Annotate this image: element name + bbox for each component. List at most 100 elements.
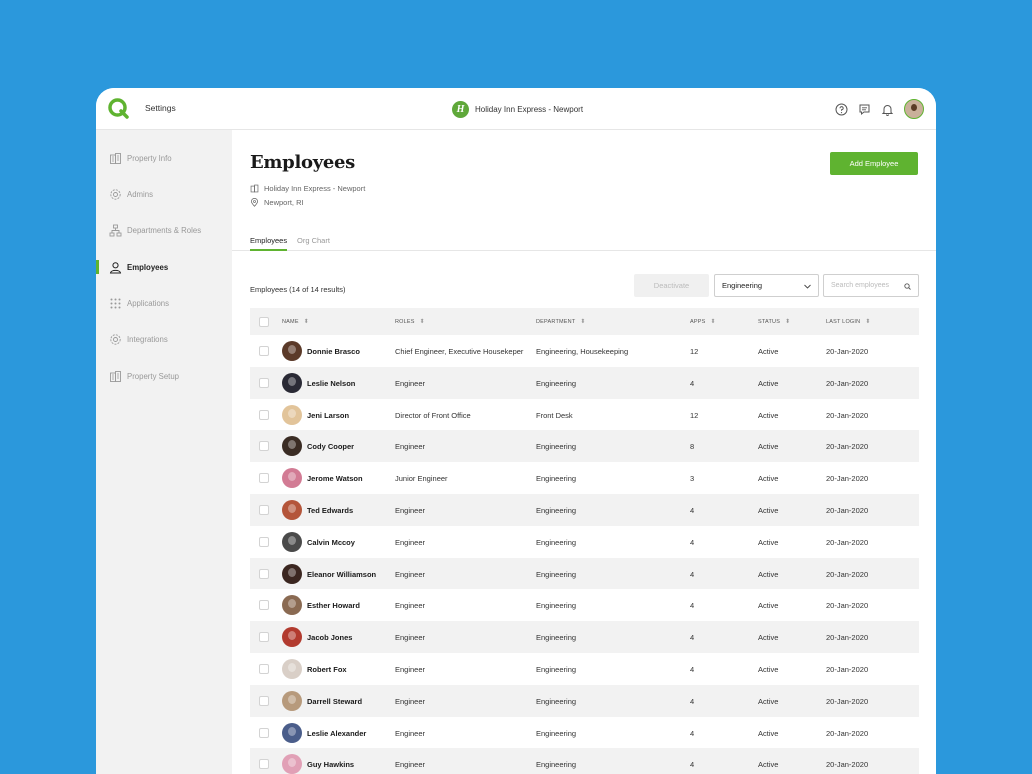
sidebar-item-integrations[interactable]: Integrations	[96, 329, 232, 349]
table-row[interactable]: Leslie Nelson Engineer Engineering 4 Active 2…	[250, 366, 919, 399]
user-avatar[interactable]	[904, 99, 924, 119]
table-row[interactable]: Jeni Larson Director of Front Office Front…	[250, 399, 919, 431]
table-row[interactable]: Ted Edwards Engineer Engineering 4 Active 20-…	[250, 493, 919, 526]
row-checkbox[interactable]	[259, 695, 269, 706]
sidebar-item-label: Departments & Roles	[127, 225, 202, 235]
chat-icon[interactable]	[858, 103, 871, 116]
sidebar-item-employees[interactable]: Employees	[96, 257, 232, 277]
employee-roles: Engineer	[395, 696, 426, 706]
employee-name[interactable]: Robert Fox	[307, 665, 347, 674]
employee-name[interactable]: Donnie Brasco	[307, 347, 360, 356]
sidebar-item-label: Employees	[127, 262, 169, 272]
employee-name[interactable]: Guy Hawkins	[307, 760, 354, 769]
sidebar-item-departments-roles[interactable]: Departments & Roles	[96, 220, 232, 240]
column-header-department[interactable]: DEPARTMENT ⬍	[536, 318, 586, 326]
employee-name[interactable]: Jerome Watson	[307, 474, 363, 483]
column-header-status[interactable]: STATUS ⬍	[758, 318, 790, 326]
topbar-actions	[835, 99, 924, 119]
employee-avatar	[282, 595, 302, 616]
building-icon	[110, 370, 121, 382]
table-row[interactable]: Cody Cooper Engineer Engineering 8 Active 20-…	[250, 430, 919, 463]
employee-name[interactable]: Ted Edwards	[307, 506, 353, 515]
search-input[interactable]: Search employees	[823, 274, 919, 297]
employee-last-login: 20-Jan-2020	[826, 347, 869, 356]
row-checkbox[interactable]	[259, 536, 269, 547]
row-checkbox[interactable]	[259, 759, 269, 770]
column-header-last-login[interactable]: LAST LOGIN ⬍	[826, 318, 871, 326]
employee-name[interactable]: Darrell Steward	[307, 697, 362, 706]
column-header-roles[interactable]: ROLES ⬍	[395, 318, 425, 326]
sidebar-item-property-setup[interactable]: Property Setup	[96, 366, 232, 386]
add-employee-button[interactable]: Add Employee	[830, 152, 918, 175]
table-row[interactable]: Eleanor Williamson Engineer Engineering 4 Ac…	[250, 557, 919, 590]
row-checkbox[interactable]	[259, 504, 269, 515]
table-row[interactable]: Darrell Steward Engineer Engineering 4 Activ…	[250, 684, 919, 717]
employee-apps: 8	[690, 442, 695, 452]
row-checkbox[interactable]	[259, 377, 269, 388]
help-icon[interactable]	[835, 103, 848, 116]
employee-apps: 12	[690, 347, 699, 356]
sort-icon: ⬍	[865, 319, 871, 325]
table-row[interactable]: Guy Hawkins Engineer Engineering 4 Active 20-…	[250, 748, 919, 774]
table-row[interactable]: Robert Fox Engineer Engineering 4 Active 20-J…	[250, 653, 919, 685]
search-icon	[904, 283, 911, 290]
table-row[interactable]: Esther Howard Engineer Engineering 4 Active 2…	[250, 589, 919, 621]
top-bar: Settings H Holiday Inn Express - Newport	[96, 88, 936, 130]
employee-name[interactable]: Leslie Nelson	[307, 379, 355, 388]
table-row[interactable]: Leslie Alexander Engineer Engineering 4 Acti…	[250, 717, 919, 749]
employee-roles: Director of Front Office	[395, 410, 471, 420]
employee-name[interactable]: Esther Howard	[307, 601, 360, 610]
sidebar-item-applications[interactable]: Applications	[96, 293, 232, 313]
property-switcher[interactable]: H Holiday Inn Express - Newport	[452, 100, 583, 118]
column-header-name[interactable]: NAME ⬍	[282, 318, 309, 326]
row-checkbox[interactable]	[259, 600, 269, 611]
row-checkbox[interactable]	[259, 409, 269, 420]
employee-name[interactable]: Jacob Jones	[307, 633, 352, 642]
app-logo[interactable]	[107, 97, 129, 119]
table-row[interactable]: Donnie Brasco Chief Engineer, Executive H…	[250, 335, 919, 367]
department-filter[interactable]: Engineering	[714, 274, 819, 297]
row-checkbox[interactable]	[259, 346, 269, 356]
table-row[interactable]: Calvin Mccoy Engineer Engineering 4 Active 20…	[250, 526, 919, 558]
row-checkbox[interactable]	[259, 663, 269, 674]
table-row[interactable]: Jerome Watson Junior Engineer Engineering 3…	[250, 462, 919, 494]
employee-department: Engineering	[536, 664, 577, 674]
employee-department: Engineering	[536, 696, 577, 706]
select-all-checkbox[interactable]	[259, 317, 269, 327]
employee-avatar	[282, 468, 302, 489]
sort-icon: ⬍	[710, 319, 716, 325]
row-checkbox[interactable]	[259, 727, 269, 738]
table-row[interactable]: Jacob Jones Engineer Engineering 4 Active 20-…	[250, 621, 919, 653]
row-checkbox[interactable]	[259, 632, 269, 643]
row-checkbox[interactable]	[259, 568, 269, 579]
deactivate-button[interactable]: Deactivate	[634, 274, 709, 297]
employee-department: Engineering	[536, 633, 577, 643]
column-header-apps[interactable]: APPS ⬍	[690, 318, 716, 326]
employee-name[interactable]: Calvin Mccoy	[307, 538, 355, 547]
search-placeholder: Search employees	[831, 282, 889, 289]
employee-roles: Engineer	[395, 537, 426, 547]
grid-icon	[110, 298, 121, 308]
row-checkbox[interactable]	[259, 473, 269, 484]
employee-roles: Chief Engineer, Executive Housekeper	[395, 347, 524, 356]
location-label: Newport, RI	[264, 197, 304, 207]
bell-icon[interactable]	[881, 103, 894, 116]
employee-name[interactable]: Cody Cooper	[307, 442, 354, 451]
employee-apps: 4	[690, 664, 695, 674]
row-checkbox[interactable]	[259, 441, 269, 452]
employee-apps: 4	[690, 378, 695, 388]
employee-apps: 4	[690, 537, 695, 547]
sidebar-item-property-info[interactable]: Property Info	[96, 148, 232, 168]
employee-avatar	[282, 436, 302, 457]
sidebar-item-admins[interactable]: Admins	[96, 184, 232, 204]
employee-name[interactable]: Leslie Alexander	[307, 729, 366, 738]
employee-status: Active	[758, 728, 779, 738]
employee-name[interactable]: Eleanor Williamson	[307, 570, 376, 579]
tab-org-chart[interactable]: Org Chart	[297, 236, 330, 251]
tab-employees[interactable]: Employees	[250, 236, 288, 251]
employee-last-login: 20-Jan-2020	[826, 664, 869, 674]
employee-name[interactable]: Jeni Larson	[307, 411, 349, 420]
employee-status: Active	[758, 505, 779, 515]
employee-avatar	[282, 658, 302, 679]
employee-avatar	[282, 531, 302, 552]
